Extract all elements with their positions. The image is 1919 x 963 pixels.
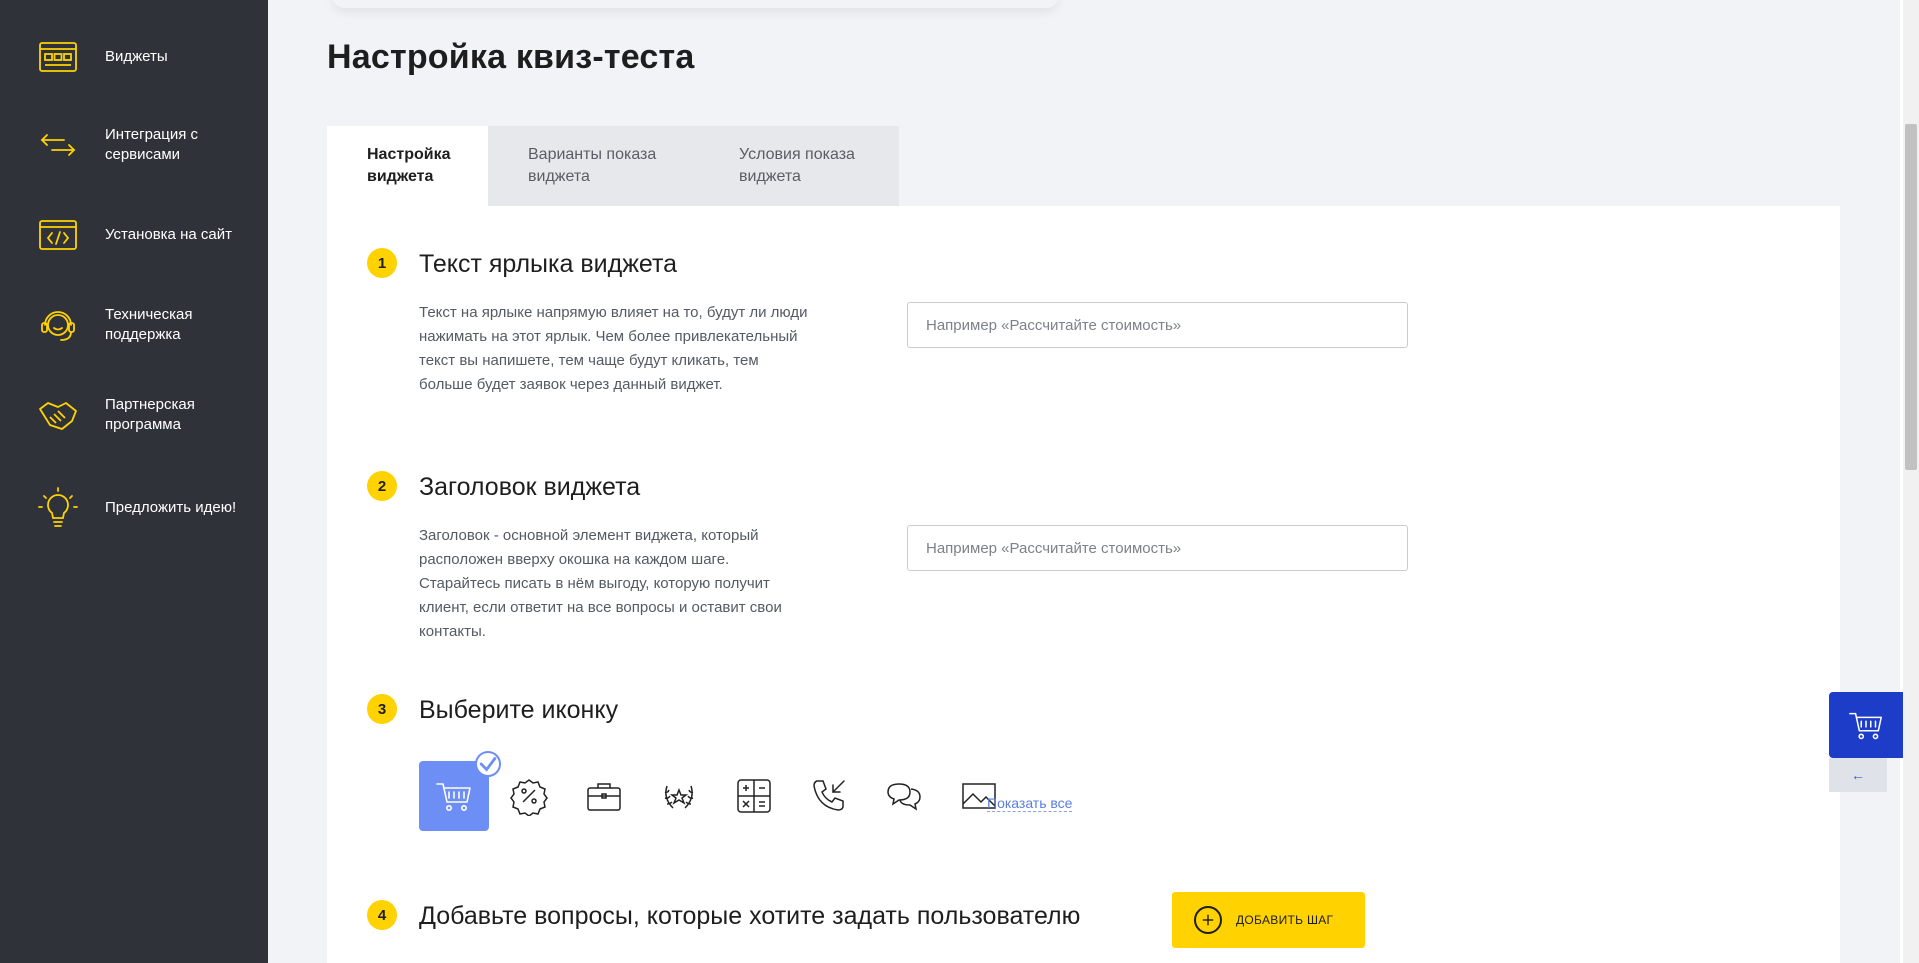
label-text-input[interactable] <box>907 302 1408 348</box>
step-title: Выберите иконку <box>419 696 619 724</box>
collapse-widget-button[interactable]: ← <box>1829 758 1887 792</box>
sidebar-item-label: Установка на сайт <box>105 226 232 243</box>
add-step-button[interactable]: ДОБАВИТЬ ШАГ <box>1172 892 1365 948</box>
icon-option-laurel[interactable] <box>644 761 714 831</box>
percent-badge-icon <box>510 779 548 816</box>
icon-option-chat[interactable] <box>869 761 939 831</box>
widget-header-input[interactable] <box>907 525 1408 571</box>
cart-icon <box>1849 712 1882 740</box>
chat-bubbles-icon <box>887 783 921 811</box>
icon-option-phone[interactable] <box>794 761 864 831</box>
icon-option-percent[interactable] <box>494 761 564 831</box>
step-title: Текст ярлыка виджета <box>419 250 678 278</box>
sidebar-item-label: Интеграция с сервисами <box>105 126 199 163</box>
sidebar-item-install[interactable]: Установка на сайт <box>0 200 268 270</box>
tab-display-variants[interactable]: Варианты показа виджета <box>488 126 699 206</box>
sidebar-item-label: Партнерская программа <box>105 396 195 433</box>
main-content: Настройка квиз-теста Настройка виджета В… <box>268 0 1900 963</box>
step-description: Текст на ярлыке напрямую влияет на то, б… <box>419 304 808 393</box>
sidebar: Виджеты Интеграция с сервисами Установка… <box>0 0 268 963</box>
plus-circle-icon <box>1194 906 1222 934</box>
sidebar-item-widgets[interactable]: Виджеты <box>0 22 268 92</box>
briefcase-icon <box>587 783 621 811</box>
code-icon <box>36 213 80 257</box>
sidebar-item-support[interactable]: Техническая поддержка <box>0 290 268 360</box>
sidebar-item-idea[interactable]: Предложить идею! <box>0 473 268 543</box>
icon-option-cart[interactable] <box>419 751 501 831</box>
integration-arrows-icon <box>36 123 80 167</box>
sidebar-item-label: Предложить идею! <box>105 499 237 516</box>
step-number: 1 <box>367 248 397 278</box>
page-title: Настройка квиз-теста <box>327 38 695 76</box>
sidebar-item-partner[interactable]: Партнерская программа <box>0 380 268 450</box>
step-title: Заголовок виджета <box>419 473 641 501</box>
add-step-label: ДОБАВИТЬ ШАГ <box>1236 913 1334 927</box>
tab-widget-settings[interactable]: Настройка виджета <box>327 126 488 206</box>
settings-panel: 1 Текст ярлыка виджета Текст на ярлыке н… <box>327 206 1840 963</box>
calculator-icon <box>737 779 771 813</box>
top-bar <box>333 0 1058 8</box>
step-description: Заголовок - основной элемент виджета, ко… <box>419 527 782 640</box>
widgets-icon <box>36 35 80 79</box>
show-all-icons-link[interactable]: Показать все <box>987 795 1073 812</box>
step-number: 4 <box>367 900 397 930</box>
tabs: Настройка виджета Варианты показа виджет… <box>327 126 899 206</box>
step-number: 3 <box>367 694 397 724</box>
handshake-icon <box>36 393 80 437</box>
sidebar-item-label: Техническая поддержка <box>105 306 193 343</box>
sidebar-item-integration[interactable]: Интеграция с сервисами <box>0 110 268 180</box>
lightbulb-icon <box>36 486 80 530</box>
step-title: Добавьте вопросы, которые хотите задать … <box>419 902 1081 930</box>
icon-option-calculator[interactable] <box>719 761 789 831</box>
phone-incoming-icon <box>813 780 845 811</box>
tab-display-conditions[interactable]: Условия показа виджета <box>699 126 899 206</box>
scrollbar-thumb[interactable] <box>1905 124 1917 470</box>
icon-option-briefcase[interactable] <box>569 761 639 831</box>
floating-widget-button[interactable] <box>1829 692 1903 758</box>
scrollbar[interactable] <box>1903 0 1919 963</box>
laurel-star-icon <box>664 785 694 809</box>
sidebar-item-label: Виджеты <box>105 48 168 65</box>
support-headset-icon <box>36 303 80 347</box>
cart-icon <box>436 783 471 811</box>
step-number: 2 <box>367 471 397 501</box>
